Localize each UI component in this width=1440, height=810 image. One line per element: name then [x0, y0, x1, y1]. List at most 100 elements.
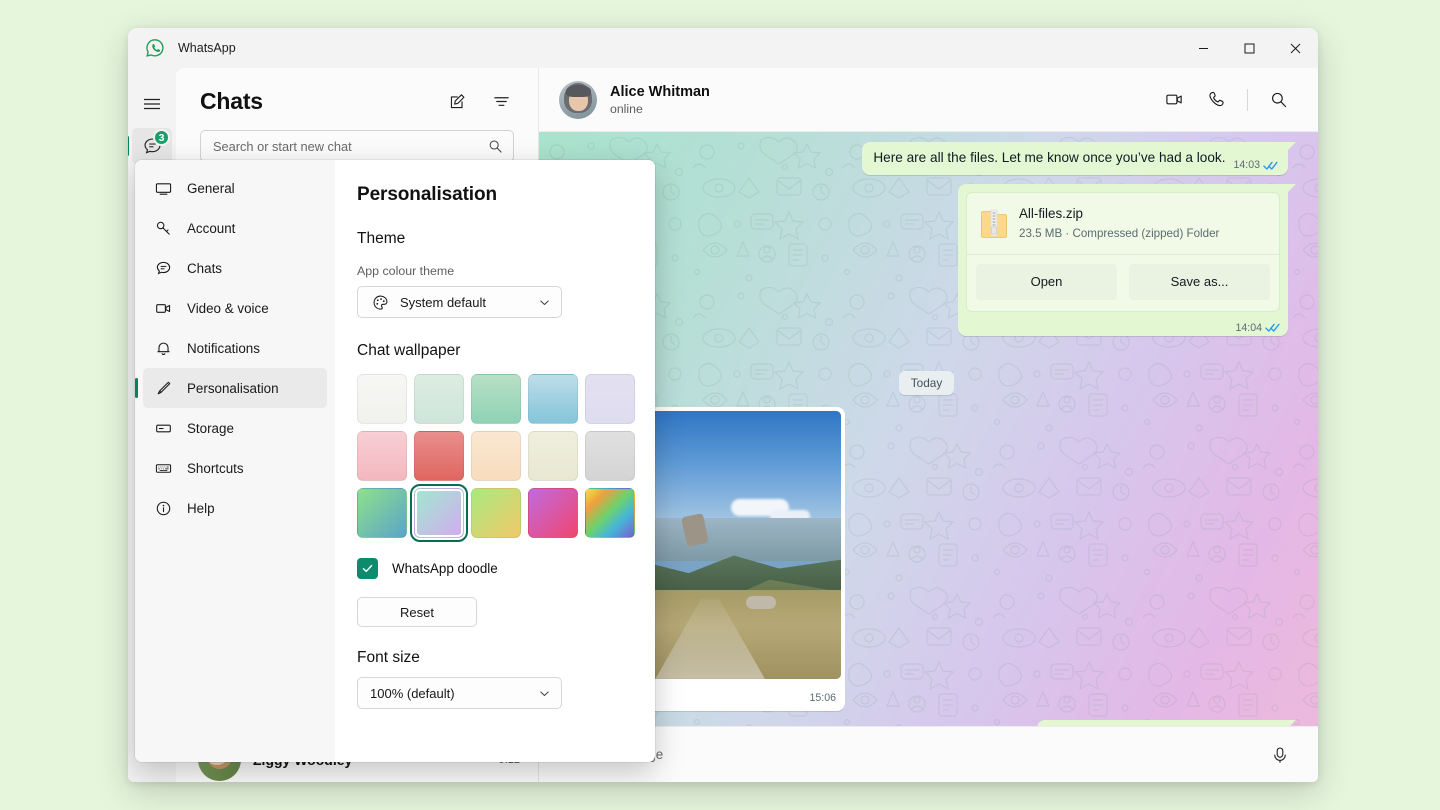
message-area: Here are all the files. Let me know once… — [539, 132, 1318, 726]
sidebar-item-general[interactable]: General — [143, 168, 327, 208]
new-chat-button[interactable] — [442, 86, 472, 116]
wallpaper-swatch-w7[interactable] — [414, 431, 464, 481]
wallpaper-swatch-w6[interactable] — [357, 431, 407, 481]
message-time: 14:03 — [1233, 158, 1260, 172]
wallpaper-swatch-w2[interactable] — [414, 374, 464, 424]
conversation-identity[interactable]: Alice Whitman online — [610, 84, 710, 116]
sidebar-item-label: Personalisation — [187, 381, 279, 396]
save-as-button[interactable]: Save as... — [1129, 264, 1270, 300]
window-controls — [1180, 28, 1318, 68]
chats-unread-badge: 3 — [153, 129, 170, 146]
sidebar-item-storage[interactable]: Storage — [143, 408, 327, 448]
doodle-checkbox[interactable] — [357, 558, 378, 579]
maximize-button[interactable] — [1226, 28, 1272, 68]
voice-message-button[interactable] — [1264, 739, 1296, 771]
sidebar-item-account[interactable]: Account — [143, 208, 327, 248]
file-info: All-files.zip 23.5 MB · Compressed (zipp… — [967, 193, 1279, 254]
font-size-dropdown[interactable]: 100% (default) — [357, 677, 562, 709]
sidebar-item-help[interactable]: Help — [143, 488, 327, 528]
zip-file-icon — [981, 208, 1007, 240]
rail-item-chats[interactable]: 3 — [132, 128, 172, 164]
settings-nav: General Account Chats Video & voice — [135, 160, 335, 762]
minimize-button[interactable] — [1180, 28, 1226, 68]
palette-icon — [370, 294, 390, 311]
bell-icon — [153, 340, 173, 357]
file-text: All-files.zip 23.5 MB · Compressed (zipp… — [1019, 205, 1219, 242]
message-meta: 14:04 — [1235, 321, 1280, 335]
settings-dialog: General Account Chats Video & voice — [135, 160, 655, 762]
search-in-chat-button[interactable] — [1262, 83, 1296, 117]
sidebar-item-label: Chats — [187, 261, 222, 276]
wallpaper-swatch-w9[interactable] — [528, 431, 578, 481]
wallpaper-swatch-w4[interactable] — [528, 374, 578, 424]
sidebar-item-label: Help — [187, 501, 215, 516]
wallpaper-swatch-w3[interactable] — [471, 374, 521, 424]
hamburger-menu-button[interactable] — [132, 86, 172, 122]
wallpaper-swatch-w8[interactable] — [471, 431, 521, 481]
wallpaper-heading: Chat wallpaper — [357, 342, 631, 360]
message-input[interactable]: Type a message — [565, 747, 1264, 762]
wallpaper-swatch-w13[interactable] — [471, 488, 521, 538]
chevron-down-icon — [538, 687, 551, 700]
divider — [1247, 89, 1248, 111]
doodle-checkbox-row[interactable]: WhatsApp doodle — [357, 558, 631, 579]
message-text: Here are all the files. Let me know once… — [873, 150, 1225, 165]
video-camera-icon — [1165, 90, 1184, 109]
file-attachment-card: All-files.zip 23.5 MB · Compressed (zipp… — [966, 192, 1280, 311]
app-title: WhatsApp — [178, 41, 236, 55]
wallpaper-swatch-w1[interactable] — [357, 374, 407, 424]
search-icon — [488, 139, 503, 154]
sidebar-item-label: Storage — [187, 421, 234, 436]
wallpaper-swatch-w11[interactable] — [357, 488, 407, 538]
keyboard-icon — [153, 460, 173, 477]
file-actions: Open Save as... — [967, 254, 1279, 311]
wallpaper-swatch-w14[interactable] — [528, 488, 578, 538]
search-box[interactable] — [200, 130, 514, 162]
message-list[interactable]: Here are all the files. Let me know once… — [539, 132, 1318, 726]
theme-value: System default — [400, 295, 486, 310]
sidebar-item-personalisation[interactable]: Personalisation — [143, 368, 327, 408]
conversation-header: Alice Whitman online — [539, 68, 1318, 132]
filter-chats-button[interactable] — [486, 86, 516, 116]
wallpaper-swatch-w15[interactable] — [585, 488, 635, 538]
search-wrapper — [176, 122, 538, 162]
wallpaper-swatch-w12[interactable] — [414, 488, 464, 538]
compose-icon — [449, 93, 466, 110]
contact-name: Alice Whitman — [610, 84, 710, 100]
conversation-panel: Alice Whitman online — [539, 68, 1318, 782]
message-row: here! 15:06 — [599, 407, 1288, 711]
file-name: All-files.zip — [1019, 205, 1219, 223]
wallpaper-swatch-grid — [357, 374, 631, 538]
sidebar-item-notifications[interactable]: Notifications — [143, 328, 327, 368]
voice-call-button[interactable] — [1199, 83, 1233, 117]
sidebar-item-video-voice[interactable]: Video & voice — [143, 288, 327, 328]
video-call-button[interactable] — [1157, 83, 1191, 117]
page-title: Chats — [200, 88, 263, 115]
chat-list-actions — [442, 86, 516, 116]
sidebar-item-shortcuts[interactable]: Shortcuts — [143, 448, 327, 488]
conversation-actions — [1157, 83, 1296, 117]
wallpaper-swatch-w5[interactable] — [585, 374, 635, 424]
message-bubble-text-out[interactable]: Here are all the files. Let me know once… — [862, 142, 1288, 175]
sidebar-item-chats[interactable]: Chats — [143, 248, 327, 288]
theme-field-label: App colour theme — [357, 264, 631, 278]
app-colour-theme-dropdown[interactable]: System default — [357, 286, 562, 318]
info-icon — [153, 500, 173, 517]
check-icon — [361, 562, 374, 575]
font-size-heading: Font size — [357, 649, 631, 667]
message-composer: Type a message — [539, 726, 1318, 782]
close-button[interactable] — [1272, 28, 1318, 68]
sidebar-item-label: Account — [187, 221, 235, 236]
message-bubble-file-out[interactable]: All-files.zip 23.5 MB · Compressed (zipp… — [958, 184, 1288, 336]
phone-icon — [1207, 90, 1226, 109]
filter-icon — [493, 93, 510, 110]
wallpaper-swatch-w10[interactable] — [585, 431, 635, 481]
storage-icon — [153, 420, 173, 437]
chat-icon — [153, 260, 173, 277]
reset-button[interactable]: Reset — [357, 597, 477, 627]
search-input[interactable] — [213, 139, 488, 154]
open-file-button[interactable]: Open — [976, 264, 1117, 300]
avatar[interactable] — [559, 81, 597, 119]
brush-icon — [153, 380, 173, 397]
message-meta: 14:03 — [1233, 158, 1278, 172]
